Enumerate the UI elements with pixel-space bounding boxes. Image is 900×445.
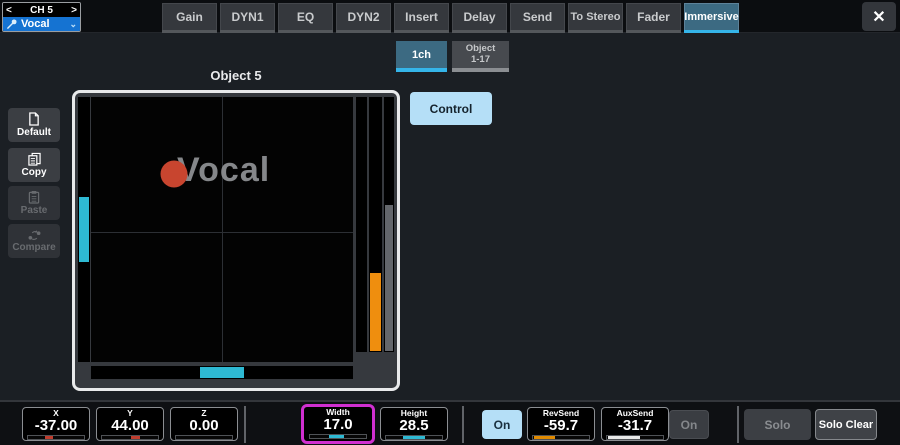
footer-divider	[462, 406, 464, 443]
immersive-screen: < CH 5 > Vocal ⌄ Gain DYN1 EQ DYN2 Inser…	[0, 0, 900, 445]
close-icon: ✕	[872, 7, 885, 27]
x-position-slider[interactable]	[91, 366, 353, 379]
channel-name-row[interactable]: Vocal ⌄	[3, 17, 80, 31]
copy-icon	[28, 152, 41, 166]
z-field[interactable]: Z 0.00	[170, 407, 238, 441]
footer-divider	[244, 406, 246, 443]
tab-send[interactable]: Send	[510, 3, 565, 33]
crosshair-horizontal	[91, 232, 353, 233]
copy-button[interactable]: Copy	[8, 148, 60, 182]
channel-prev-icon[interactable]: <	[6, 5, 12, 16]
control-button[interactable]: Control	[410, 92, 492, 125]
panner-title: Object 5	[72, 68, 400, 83]
level-meter-bar	[370, 273, 381, 351]
auxsend-on-button[interactable]: On	[669, 410, 709, 439]
channel-number-row: < CH 5 >	[3, 3, 80, 17]
auxsend-indicator	[608, 436, 640, 439]
crosshair-vertical	[222, 97, 223, 362]
tab-delay[interactable]: Delay	[452, 3, 507, 33]
subtab-1ch[interactable]: 1ch	[396, 41, 447, 72]
z-meter-track	[356, 97, 367, 352]
y-indicator	[131, 436, 139, 439]
object-on-button[interactable]: On	[482, 410, 522, 439]
paste-button[interactable]: Paste	[8, 186, 60, 220]
auxsend-field[interactable]: AuxSend -31.7	[601, 407, 669, 441]
clipboard-icon	[28, 190, 40, 204]
y-position-bar	[79, 197, 89, 262]
channel-selector[interactable]: < CH 5 > Vocal ⌄	[2, 2, 81, 32]
z-position-bar	[385, 205, 393, 351]
object-name-label: Vocal	[177, 151, 270, 190]
tab-dyn2[interactable]: DYN2	[336, 3, 391, 33]
footer-divider	[737, 406, 739, 443]
solo-clear-button[interactable]: Solo Clear	[815, 409, 877, 440]
compare-button[interactable]: Compare	[8, 224, 60, 258]
document-icon	[28, 112, 40, 126]
compare-icon	[27, 230, 42, 241]
tab-gain[interactable]: Gain	[162, 3, 217, 33]
y-position-slider[interactable]	[78, 97, 90, 362]
default-button[interactable]: Default	[8, 108, 60, 142]
x-field[interactable]: X -37.00	[22, 407, 90, 441]
chevron-down-icon[interactable]: ⌄	[69, 19, 77, 30]
subtab-bar: 1ch Object 1-17	[396, 41, 509, 72]
pan-field[interactable]: Vocal	[91, 97, 353, 362]
height-indicator	[403, 436, 425, 439]
object-position-ball[interactable]	[161, 161, 188, 188]
height-field[interactable]: Height 28.5	[380, 407, 448, 441]
tab-insert[interactable]: Insert	[394, 3, 449, 33]
channel-next-icon[interactable]: >	[71, 5, 77, 16]
tab-to-stereo[interactable]: To Stereo	[568, 3, 623, 33]
channel-name: Vocal	[21, 18, 50, 30]
x-position-bar	[200, 367, 244, 378]
subtab-object-1-17[interactable]: Object 1-17	[452, 41, 509, 72]
channel-number: CH 5	[30, 5, 53, 16]
close-button[interactable]: ✕	[862, 2, 896, 31]
width-field[interactable]: Width 17.0	[301, 404, 375, 444]
tab-fader[interactable]: Fader	[626, 3, 681, 33]
bottom-bar: X -37.00 Y 44.00 Z 0.00 Width 17.0 Heigh…	[0, 400, 900, 445]
revsend-field[interactable]: RevSend -59.7	[527, 407, 595, 441]
tab-eq[interactable]: EQ	[278, 3, 333, 33]
mic-icon	[6, 18, 18, 30]
tab-bar: Gain DYN1 EQ DYN2 Insert Delay Send To S…	[162, 3, 739, 33]
top-bar: < CH 5 > Vocal ⌄ Gain DYN1 EQ DYN2 Inser…	[0, 0, 900, 33]
level-meter-track	[369, 97, 382, 352]
revsend-indicator	[534, 436, 555, 439]
tab-dyn1[interactable]: DYN1	[220, 3, 275, 33]
x-indicator	[45, 436, 53, 439]
y-field[interactable]: Y 44.00	[96, 407, 164, 441]
width-indicator	[329, 435, 344, 438]
panner-frame: Vocal	[72, 90, 400, 391]
z-position-track[interactable]	[384, 97, 394, 352]
tab-immersive[interactable]: Immersive	[684, 3, 739, 33]
solo-button[interactable]: Solo	[744, 409, 811, 440]
